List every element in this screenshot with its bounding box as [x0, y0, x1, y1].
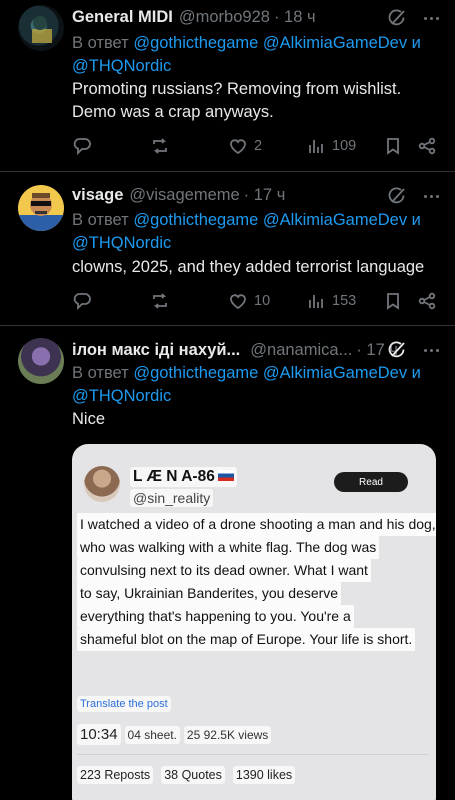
- repost-icon: [153, 138, 167, 154]
- grok-icon[interactable]: [387, 8, 407, 28]
- tweet-text: Promoting russians? Removing from wishli…: [72, 78, 441, 124]
- reply-icon: [73, 293, 91, 311]
- bookmark-icon: [387, 293, 399, 310]
- screenshot-meta: 10:34 04 sheet. 25 92.5K views: [77, 724, 272, 745]
- handle[interactable]: @nanamica...: [250, 341, 352, 360]
- handle[interactable]: @visagememe: [129, 186, 239, 205]
- share-icon: [418, 292, 436, 310]
- screenshot-text-line: everything that's happening to you. You'…: [77, 605, 354, 628]
- reply-button[interactable]: [72, 290, 92, 312]
- reply-prefix: В ответ: [72, 364, 129, 382]
- screenshot-text-line: shameful blot on the map of Europe. Your…: [77, 628, 416, 651]
- display-name[interactable]: ілон макс іді нахуй...: [72, 341, 240, 360]
- reply-prefix: В ответ: [72, 34, 129, 52]
- grok-icon[interactable]: [387, 186, 407, 206]
- tweet-text-line: Nice: [72, 410, 106, 428]
- avatar[interactable]: [18, 185, 64, 231]
- avatar[interactable]: [18, 338, 64, 384]
- screenshot-text-line: I watched a video of a drone shooting a …: [77, 513, 436, 536]
- share-button[interactable]: [417, 290, 437, 312]
- views-count: 153: [332, 293, 357, 309]
- tweet-text: Nice: [72, 408, 441, 431]
- tweet-text-line: Demo was a crap anyways.: [72, 103, 274, 121]
- screenshot-text-line: to say, Ukrainian Banderites, you deserv…: [77, 582, 342, 605]
- screenshot-likes: 1390 likes: [232, 766, 296, 784]
- reply-context: В ответ @gothicthegame @AlkimiaGameDev и…: [72, 209, 441, 255]
- attached-image[interactable]: L Æ N A-86 @sin_reality Read I watched a…: [72, 444, 436, 800]
- repost-icon: [153, 293, 167, 309]
- heart-icon: [230, 139, 246, 155]
- views-button[interactable]: 109: [306, 135, 356, 157]
- screenshot-text-line: who was walking with a white flag. The d…: [77, 536, 380, 559]
- like-button[interactable]: 2: [228, 135, 262, 157]
- mention-link[interactable]: @THQNordic: [72, 387, 171, 405]
- views-button[interactable]: 153: [306, 290, 356, 312]
- tweet-header: General MIDI @morbo928 · 18 ч: [72, 6, 441, 28]
- bookmark-icon: [387, 138, 399, 155]
- views-icon: [309, 295, 323, 308]
- repost-button[interactable]: [150, 290, 170, 312]
- more-options-icon[interactable]: [421, 340, 441, 360]
- screenshot-time: 10:34: [77, 724, 121, 745]
- screenshot-display-name: L Æ N A-86: [130, 467, 237, 487]
- reply-context: В ответ @gothicthegame @AlkimiaGameDev и…: [72, 32, 441, 78]
- bookmark-button[interactable]: [383, 135, 403, 157]
- more-options-icon[interactable]: [421, 186, 441, 206]
- screenshot-avatar: [84, 466, 120, 502]
- russian-flag-icon: [217, 470, 234, 481]
- avatar-figure-icon: [32, 16, 52, 43]
- reply-context: В ответ @gothicthegame @AlkimiaGameDev и…: [72, 362, 441, 408]
- tweet-1[interactable]: General MIDI @morbo928 · 18 ч В ответ @g…: [0, 0, 455, 172]
- screenshot-views: 25 92.5K views: [183, 725, 272, 744]
- tweet-text-line: Promoting russians? Removing from wishli…: [72, 80, 402, 98]
- grok-icon[interactable]: [387, 340, 407, 360]
- views-count: 109: [332, 138, 357, 154]
- display-name[interactable]: General MIDI: [72, 8, 173, 27]
- screenshot-divider: [77, 754, 428, 755]
- screenshot-date: 04 sheet.: [124, 725, 180, 744]
- screenshot-post-text: I watched a video of a drone shooting a …: [77, 513, 436, 651]
- reply-icon: [73, 138, 91, 156]
- reply-button[interactable]: [72, 135, 92, 157]
- like-count: 2: [254, 138, 263, 154]
- avatar-face-icon: [18, 193, 64, 231]
- mention-link[interactable]: @THQNordic: [72, 57, 171, 75]
- tweet-header: visage @visagememe · 17 ч: [72, 184, 441, 206]
- tweet-text: clowns, 2025, and they added terrorist l…: [72, 256, 441, 279]
- mentions-link[interactable]: @gothicthegame @AlkimiaGameDev и: [133, 211, 421, 229]
- tweet-text-line: clowns, 2025, and they added terrorist l…: [72, 258, 425, 276]
- screenshot-read-button: Read: [334, 472, 408, 492]
- avatar[interactable]: [18, 5, 64, 51]
- timestamp[interactable]: · 18 ч: [274, 8, 316, 27]
- screenshot-translate-link: Translate the post: [77, 696, 171, 712]
- mention-link[interactable]: @THQNordic: [72, 234, 171, 252]
- like-count: 10: [254, 293, 271, 309]
- tweet-header: ілон макс іді нахуй... @nanamica... · 17…: [72, 339, 441, 361]
- more-options-icon[interactable]: [421, 8, 441, 28]
- screenshot-quotes: 38 Quotes: [161, 766, 225, 784]
- views-icon: [309, 140, 323, 153]
- screenshot-stats: 223 Reposts 38 Quotes 1390 likes: [77, 766, 296, 784]
- bookmark-button[interactable]: [383, 290, 403, 312]
- reply-prefix: В ответ: [72, 211, 129, 229]
- heart-icon: [230, 294, 246, 310]
- screenshot-text-line: convulsing next to its dead owner. What …: [77, 559, 371, 582]
- screenshot-reposts: 223 Reposts: [77, 766, 154, 784]
- tweet-2[interactable]: visage @visagememe · 17 ч В ответ @gothi…: [0, 173, 455, 326]
- mentions-link[interactable]: @gothicthegame @AlkimiaGameDev и: [133, 364, 421, 382]
- screenshot-name-text: L Æ N A-86: [133, 468, 215, 485]
- action-bar: 10 153: [72, 290, 441, 312]
- screenshot-handle: @sin_reality: [130, 489, 214, 507]
- mentions-link[interactable]: @gothicthegame @AlkimiaGameDev и: [133, 34, 421, 52]
- timestamp[interactable]: · 17 ч: [244, 186, 286, 205]
- like-button[interactable]: 10: [228, 290, 270, 312]
- handle[interactable]: @morbo928: [179, 8, 270, 27]
- action-bar: 2 109: [72, 135, 441, 157]
- share-button[interactable]: [417, 135, 437, 157]
- display-name[interactable]: visage: [72, 186, 123, 205]
- repost-button[interactable]: [150, 135, 170, 157]
- share-icon: [418, 137, 436, 155]
